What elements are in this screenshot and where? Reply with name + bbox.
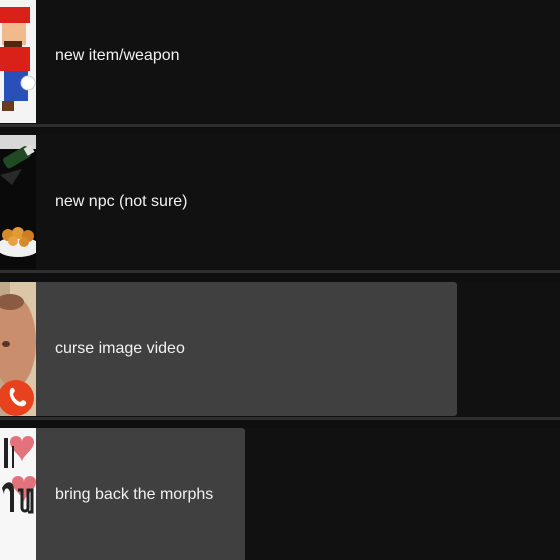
list-item[interactable]: bring back the morphs (0, 428, 560, 560)
list-item[interactable]: new item/weapon (0, 0, 560, 123)
list-item[interactable]: curse image video (0, 282, 560, 416)
divider (0, 270, 560, 273)
mario-thumbnail (0, 0, 36, 123)
divider (0, 417, 560, 420)
man-face-call-thumbnail (0, 282, 36, 416)
wine-and-food-thumbnail (0, 135, 36, 269)
item-label: new npc (not sure) (55, 193, 188, 210)
item-label: new item/weapon (55, 47, 180, 64)
list-item[interactable]: new npc (not sure) (0, 135, 560, 269)
text-heart-thumbnail (0, 428, 36, 560)
item-label: curse image video (55, 340, 185, 357)
divider (0, 124, 560, 127)
item-label: bring back the morphs (55, 486, 214, 503)
poll-list: new item/weapon new npc (not sure) curse… (0, 0, 560, 560)
